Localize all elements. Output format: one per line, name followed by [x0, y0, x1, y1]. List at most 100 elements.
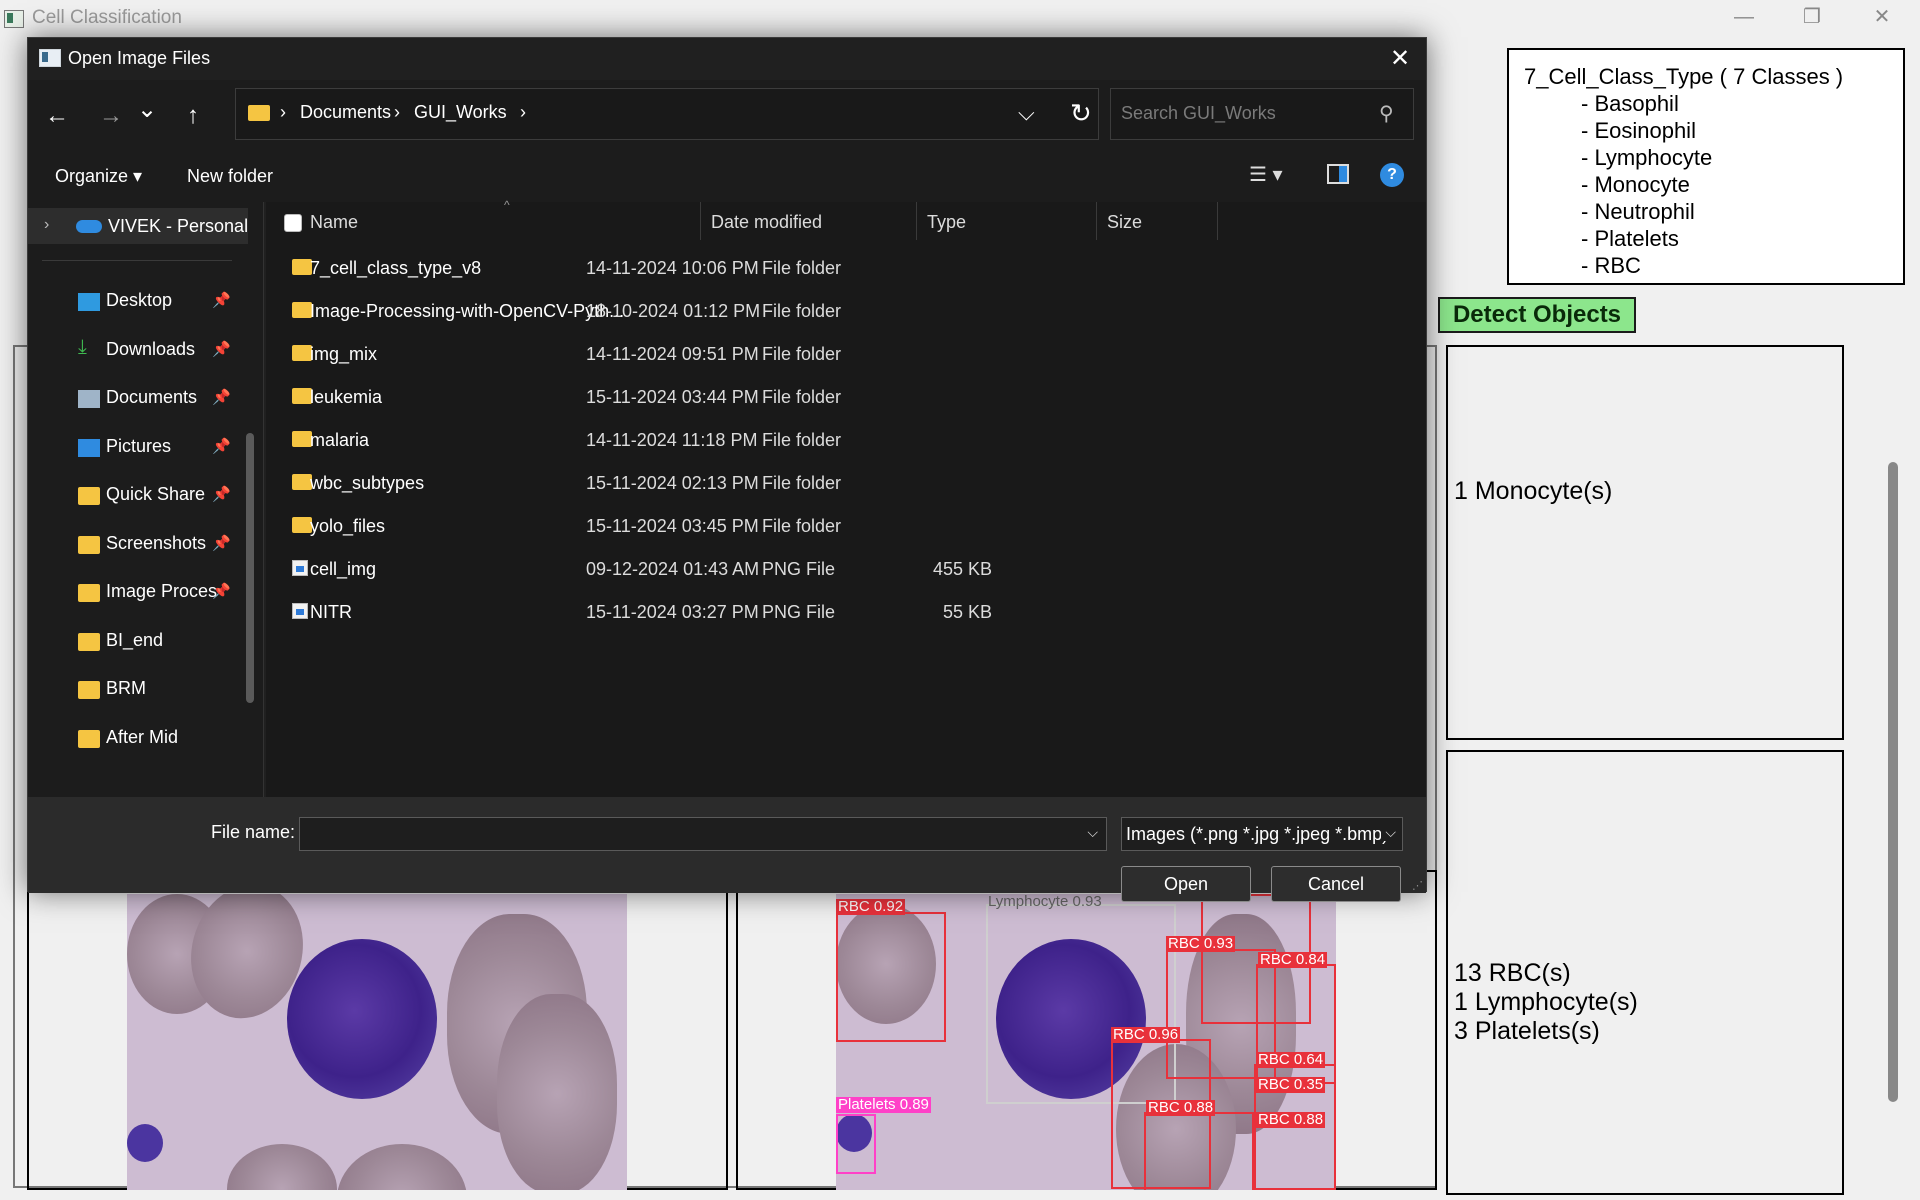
folder-icon: [248, 105, 270, 121]
folder-icon: [78, 681, 100, 699]
recent-locations-chevron-icon[interactable]: ⌄: [129, 92, 165, 128]
file-row[interactable]: Image-Processing-with-OpenCV-Pyth... 18-1…: [266, 293, 1426, 328]
file-name-dropdown-icon[interactable]: ⌵: [1087, 824, 1098, 841]
sidebar-item-label: Documents: [106, 387, 198, 407]
file-row[interactable]: yolo_files 15-11-2024 03:45 PM File folder: [266, 508, 1426, 543]
file-type: File folder: [762, 473, 842, 493]
sidebar-item-label: After Mid: [106, 726, 179, 747]
dialog-footer: File name: ⌵ Images (*.png *.jpg *.jpeg …: [28, 797, 1426, 902]
sidebar-item-label: BRM: [106, 678, 146, 698]
file-row[interactable]: NITR 15-11-2024 03:27 PM PNG File 55 KB: [266, 594, 1426, 629]
close-button[interactable]: ✕: [1852, 2, 1912, 32]
sidebar-item-screenshots[interactable]: Screenshots 📌: [28, 526, 248, 562]
help-icon[interactable]: ?: [1380, 163, 1404, 187]
file-type-select[interactable]: Images (*.png *.jpg *.jpeg *.bmp) ⌵: [1121, 817, 1403, 851]
file-date: 15-11-2024 03:45 PM: [586, 516, 759, 536]
file-type: File folder: [762, 258, 842, 278]
pin-icon: 📌: [212, 486, 231, 503]
column-header-size[interactable]: Size: [1107, 212, 1142, 233]
view-options-icon[interactable]: ☰ ▾: [1249, 162, 1295, 192]
select-all-checkbox[interactable]: [284, 214, 302, 232]
sidebar-item-bi-end[interactable]: BI_end: [28, 623, 248, 659]
maximize-button[interactable]: ❐: [1782, 2, 1842, 32]
detection-box: [836, 912, 946, 1042]
search-icon[interactable]: ⚲: [1379, 101, 1394, 126]
file-type: File folder: [762, 430, 842, 450]
detect-objects-button[interactable]: Detect Objects: [1438, 297, 1636, 333]
file-name: NITR: [310, 602, 352, 622]
file-name-input[interactable]: ⌵: [299, 817, 1107, 851]
detection-label: Lymphocyte 0.93: [988, 894, 1102, 910]
file-row[interactable]: malaria 14-11-2024 11:18 PM File folder: [266, 422, 1426, 457]
detection-label: RBC 0.92: [836, 898, 906, 915]
sidebar-item-documents[interactable]: Documents 📌: [28, 380, 248, 416]
column-header-date[interactable]: Date modified: [711, 212, 822, 233]
sidebar-item-desktop[interactable]: Desktop 📌: [28, 283, 248, 319]
file-date: 15-11-2024 03:27 PM: [586, 602, 759, 622]
open-file-dialog: Open Image Files ✕ ← → ⌄ ↑ › Documents ›…: [27, 37, 1427, 902]
detection-label: RBC 0.96: [1111, 1026, 1181, 1043]
sidebar-item-label: Screenshots: [106, 532, 207, 553]
pin-icon: 📌: [212, 389, 231, 406]
expand-chevron-icon[interactable]: ›: [44, 216, 49, 234]
organize-menu-button[interactable]: Organize ▾: [55, 166, 142, 187]
column-header-type[interactable]: Type: [927, 212, 966, 233]
file-row[interactable]: leukemia 15-11-2024 03:44 PM File folder: [266, 379, 1426, 414]
sidebar-item-quick-share[interactable]: Quick Share 📌: [28, 477, 248, 513]
file-row[interactable]: cell_img 09-12-2024 01:43 AM PNG File 455 K…: [266, 551, 1426, 586]
file-type-dropdown-icon[interactable]: ⌵: [1381, 824, 1396, 841]
sidebar-scrollbar[interactable]: [246, 433, 254, 703]
file-row[interactable]: 7_cell_class_type_v8 14-11-2024 10:06 PM F…: [266, 250, 1426, 285]
file-date: 15-11-2024 02:13 PM: [586, 473, 759, 493]
sidebar-item-label: Image Proces: [106, 581, 218, 601]
dialog-title-bar: Open Image Files ✕: [28, 38, 1426, 80]
output-image-panel: RBC 0.92 Lymphocyte 0.93 RBC 0.93 RBC 0.…: [736, 870, 1437, 1190]
sidebar-item-image-proces[interactable]: Image Proces 📌: [28, 574, 248, 610]
sidebar-item-label: BI_end: [106, 629, 164, 650]
sort-ascending-icon: ^: [504, 198, 510, 212]
open-button[interactable]: Open: [1121, 866, 1251, 902]
up-arrow-icon[interactable]: ↑: [175, 98, 211, 134]
class-item: - Neutrophil: [1581, 199, 1695, 224]
folder-icon: [78, 535, 100, 554]
file-row[interactable]: img_mix 14-11-2024 09:51 PM File folder: [266, 336, 1426, 371]
file-row[interactable]: wbc_subtypes 15-11-2024 02:13 PM File fold…: [266, 465, 1426, 500]
file-type: File folder: [762, 387, 842, 407]
breadcrumb-gui-works[interactable]: GUI_Works: [414, 102, 507, 123]
address-bar[interactable]: › Documents › GUI_Works › ⌵ ↻: [235, 88, 1099, 140]
folder-icon: [78, 487, 100, 505]
sidebar-item-downloads[interactable]: ⤓ Downloads 📌: [28, 332, 248, 368]
sidebar-item-brm[interactable]: BRM: [28, 671, 248, 707]
address-dropdown-chevron-icon[interactable]: ⌵: [1018, 100, 1035, 126]
dialog-close-button[interactable]: ✕: [1384, 44, 1416, 74]
file-type: PNG File: [762, 559, 836, 579]
search-box[interactable]: Search GUI_Works ⚲: [1110, 88, 1414, 140]
result-line: 1 Monocyte(s): [1454, 477, 1613, 505]
back-arrow-icon[interactable]: ←: [39, 98, 75, 134]
new-folder-button[interactable]: New folder: [187, 166, 273, 187]
breadcrumb-separator: ›: [520, 102, 526, 122]
app-title-bar: Cell Classification — ❐ ✕: [0, 0, 1920, 34]
folder-icon: [78, 729, 100, 748]
minimize-button[interactable]: —: [1714, 2, 1774, 32]
folder-icon: [292, 517, 312, 533]
output-image: RBC 0.92 Lymphocyte 0.93 RBC 0.93 RBC 0.…: [836, 894, 1336, 1190]
pin-icon: 📌: [212, 437, 231, 455]
pane-divider: [263, 202, 264, 797]
preview-pane-icon[interactable]: [1327, 164, 1349, 184]
resize-grip-icon[interactable]: ⋰: [1412, 879, 1423, 892]
cancel-button[interactable]: Cancel: [1271, 866, 1401, 902]
sidebar-item-pictures[interactable]: Pictures 📌: [28, 429, 248, 465]
class-item: - Lymphocyte: [1581, 145, 1713, 170]
file-size: 55 KB: [942, 602, 992, 622]
breadcrumb-documents[interactable]: Documents: [300, 102, 391, 123]
sidebar-item-after-mid[interactable]: After Mid: [28, 720, 248, 756]
detection-label: RBC 0.84: [1258, 951, 1328, 968]
sidebar-item-onedrive[interactable]: › VIVEK - Personal: [28, 208, 248, 244]
forward-arrow-icon[interactable]: →: [93, 98, 129, 134]
file-type: File folder: [762, 301, 842, 321]
refresh-icon[interactable]: ↻: [1070, 98, 1092, 129]
main-scroll-thumb[interactable]: [1888, 462, 1898, 1102]
folder-icon: [292, 388, 312, 404]
column-header-name[interactable]: Name: [310, 212, 358, 233]
